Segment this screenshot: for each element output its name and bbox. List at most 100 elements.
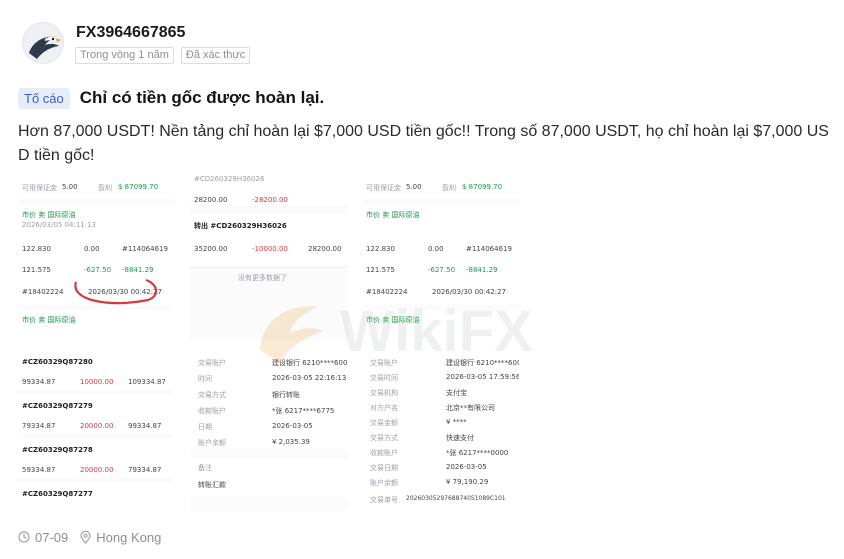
screenshot-text: 交易单号 xyxy=(370,496,398,504)
screenshot-text: 没有更多数据了 xyxy=(238,274,287,282)
screenshot-text: 交易金额 xyxy=(370,419,398,427)
screenshot-text: *张 6217****0000 xyxy=(446,449,509,457)
screenshot-text: 28200.00 xyxy=(308,245,342,253)
post-header: FX3964667865 Trong vòng 1 năm Đã xác thự… xyxy=(22,22,822,68)
screenshot-text: 支付宝 xyxy=(446,389,467,397)
screenshot-text: 121.575 xyxy=(22,266,51,274)
screenshot-text: 2026-03-05 17:59:56 xyxy=(446,373,519,381)
screenshot-text: 银行转账 xyxy=(272,391,300,399)
screenshot-text: -10000.00 xyxy=(252,245,288,253)
screenshot-text: #114064619 xyxy=(122,245,168,253)
screenshot-text: #18402224 xyxy=(366,288,408,296)
post-location: Hong Kong xyxy=(80,530,161,545)
gallery-image-receipt-1[interactable]: 交易账户 建设银行 6210****6007 时间 2026-03-05 22:… xyxy=(190,350,348,510)
screenshot-text: -8841.29 xyxy=(466,266,498,274)
screenshot-text: 可用保证金 xyxy=(366,184,401,192)
pnl-label: 盈利 xyxy=(98,184,112,192)
screenshot-text: 对方户名 xyxy=(370,404,398,412)
tag-duration: Trong vòng 1 năm xyxy=(75,47,174,64)
username[interactable]: FX3964667865 xyxy=(76,24,185,42)
screenshot-text: 2026/03/05 04:11:13 xyxy=(22,221,97,229)
category-badge: Tố cáo xyxy=(18,87,70,109)
screenshot-text: 日期 xyxy=(198,423,212,431)
screenshot-text: #CZ60329Q87279 xyxy=(22,402,93,410)
image-gallery: 可用保证金 5.00 盈利 $ 87099.70 市价 卖 国际原油 2026/… xyxy=(18,175,538,510)
screenshot-text: 备注 xyxy=(198,464,212,472)
screenshot-text: #CZ60329Q87277 xyxy=(22,490,93,498)
avatar[interactable] xyxy=(22,22,64,64)
screenshot-text: 快速支付 xyxy=(446,434,474,442)
screenshot-text: 99334.87 xyxy=(128,422,162,430)
post-footer: 07-09 Hong Kong xyxy=(18,528,173,546)
screenshot-text: 建设银行 6210****6007 xyxy=(446,359,519,367)
red-circle-annotation xyxy=(74,278,158,305)
location-pin-icon xyxy=(80,530,91,544)
gallery-image-transfers[interactable]: #CD260329H36026 28200.00 -28200.00 转出 #C… xyxy=(190,175,348,340)
screenshot-text: 交易账户 xyxy=(198,359,226,367)
eagle-avatar-icon xyxy=(23,23,63,63)
screenshot-text: 2026030529768874051089C101 xyxy=(406,495,506,502)
screenshot-text: 市价 卖 国际原油 xyxy=(22,316,76,324)
screenshot-text: -627.50 xyxy=(428,266,456,274)
post-date: 07-09 xyxy=(18,530,68,545)
screenshot-text: 时间 xyxy=(198,375,212,383)
screenshot-text: 2026-03-05 xyxy=(272,422,313,430)
post-location-text: Hong Kong xyxy=(96,529,162,545)
screenshot-text: 10000.00 xyxy=(80,378,114,386)
screenshot-text: *张 6217****6775 xyxy=(272,407,335,415)
screenshot-text: 交易日期 xyxy=(370,464,398,472)
clock-icon xyxy=(18,531,30,543)
pnl-value: $ 87099.70 xyxy=(118,183,159,191)
screenshot-text: 转账汇款 xyxy=(198,481,226,489)
screenshot-text: 交易方式 xyxy=(370,434,398,442)
screenshot-text: 市价 卖 国际原油 xyxy=(366,316,420,324)
tag-verified: Đã xác thực xyxy=(180,47,251,64)
screenshot-text: 2026/03/30 00:42:27 xyxy=(432,288,507,296)
screenshot-text: 市价 卖 国际原油 xyxy=(366,211,420,219)
screenshot-text: 122.830 xyxy=(22,245,51,253)
screenshot-text: 交易机构 xyxy=(370,389,398,397)
screenshot-text: 交易账户 xyxy=(370,359,398,367)
screenshot-text: #CZ60329Q87278 xyxy=(22,446,93,454)
screenshot-text: 2026-03-05 22:16:13 xyxy=(272,374,347,382)
screenshot-text: 0.00 xyxy=(84,245,100,253)
screenshot-text: #CZ60329Q87280 xyxy=(22,358,93,366)
screenshot-text: 122.830 xyxy=(366,245,395,253)
screenshot-text: 79334.87 xyxy=(22,422,56,430)
screenshot-text: 收款账户 xyxy=(198,407,226,415)
screenshot-text: 35200.00 xyxy=(194,245,228,253)
screenshot-text: 5.00 xyxy=(406,183,422,191)
screenshot-text: #CD260329H36026 xyxy=(194,175,265,183)
gallery-image-trade-1[interactable]: 可用保证金 5.00 盈利 $ 87099.70 市价 卖 国际原油 2026/… xyxy=(18,175,173,340)
balance-label: 可用保证金 xyxy=(22,184,57,192)
post-date-text: 07-09 xyxy=(35,529,69,545)
screenshot-text: 109334.87 xyxy=(128,378,166,386)
screenshot-text: 收款账户 xyxy=(370,449,398,457)
screenshot-text: $ 87099.70 xyxy=(462,183,503,191)
screenshot-text: 59334.87 xyxy=(22,466,56,474)
screenshot-text: 20000.00 xyxy=(80,422,114,430)
screenshot-text: 79334.87 xyxy=(128,466,162,474)
post-title-row: Tố cáo Chỉ có tiền gốc được hoàn lại. xyxy=(18,86,324,110)
screenshot-text: 28200.00 xyxy=(194,196,228,204)
screenshot-text: ¥ **** xyxy=(446,418,467,426)
user-tags: Trong vòng 1 năm Đã xác thực xyxy=(75,47,251,64)
order-title: 市价 卖 国际原油 xyxy=(22,211,76,219)
gallery-image-deposits[interactable]: #CZ60329Q87280 99334.87 10000.00 109334.… xyxy=(18,350,173,510)
screenshot-text: 账户余额 xyxy=(198,439,226,447)
post-body: Hơn 87,000 USDT! Nền tảng chỉ hoàn lại $… xyxy=(18,123,829,164)
screenshot-text: -28200.00 xyxy=(252,196,288,204)
screenshot-text: #114064619 xyxy=(466,245,512,253)
gallery-image-receipt-2[interactable]: 交易账户 建设银行 6210****6007 交易时间 2026-03-05 1… xyxy=(362,350,519,510)
screenshot-text: 20000.00 xyxy=(80,466,114,474)
screenshot-text: 交易时间 xyxy=(370,374,398,382)
screenshot-text: 账户余额 xyxy=(370,479,398,487)
screenshot-text: 2026-03-05 xyxy=(446,463,487,471)
screenshot-text: 交易方式 xyxy=(198,391,226,399)
screenshot-text: 盈利 xyxy=(442,184,456,192)
screenshot-text: 99334.87 xyxy=(22,378,56,386)
screenshot-text: 转出 #CD260329H36026 xyxy=(194,222,287,230)
gallery-image-trade-2[interactable]: 可用保证金 5.00 盈利 $ 87099.70 市价 卖 国际原油 122.8… xyxy=(362,175,519,340)
screenshot-text: 0.00 xyxy=(428,245,444,253)
screenshot-text: #18402224 xyxy=(22,288,64,296)
